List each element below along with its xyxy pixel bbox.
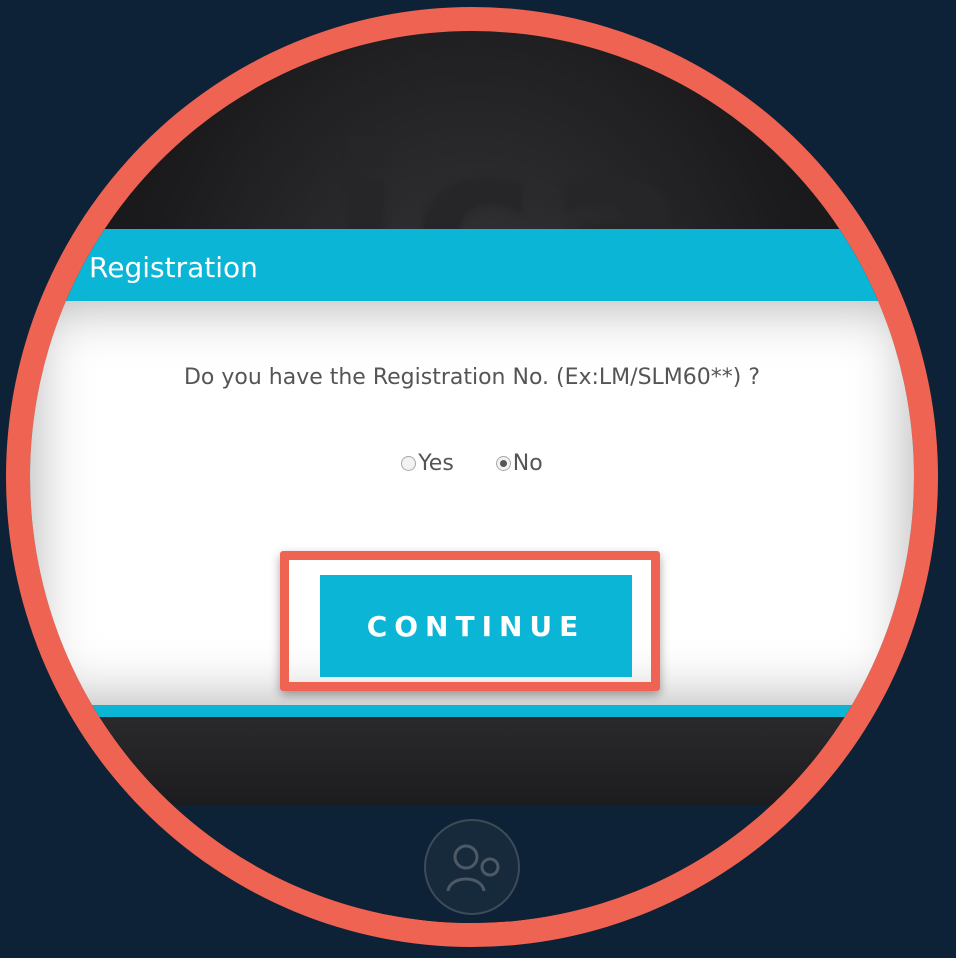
doctor-avatar-icon	[424, 819, 520, 915]
radio-option-no[interactable]: No	[495, 451, 543, 476]
modal-header: ew Registration	[30, 229, 914, 301]
radio-unchecked-icon[interactable]	[401, 456, 417, 471]
continue-button[interactable]: CONTINUE	[320, 575, 632, 677]
radio-checked-icon[interactable]	[495, 456, 511, 471]
magnified-view: ica ew Registration Do you have the Regi…	[30, 31, 914, 923]
screenshot-stage: ica ew Registration Do you have the Regi…	[0, 0, 956, 958]
modal-title: ew Registration	[40, 251, 258, 284]
registration-question: Do you have the Registration No. (Ex:LM/…	[183, 365, 761, 390]
radio-yes-label: Yes	[418, 451, 454, 476]
page-dark-strip	[30, 717, 914, 805]
registration-radio-group: Yes No	[30, 451, 914, 476]
modal-body: Do you have the Registration No. (Ex:LM/…	[30, 301, 914, 705]
radio-option-yes[interactable]: Yes	[401, 451, 454, 476]
modal-footer-bar	[30, 705, 914, 717]
radio-no-label: No	[512, 451, 543, 476]
